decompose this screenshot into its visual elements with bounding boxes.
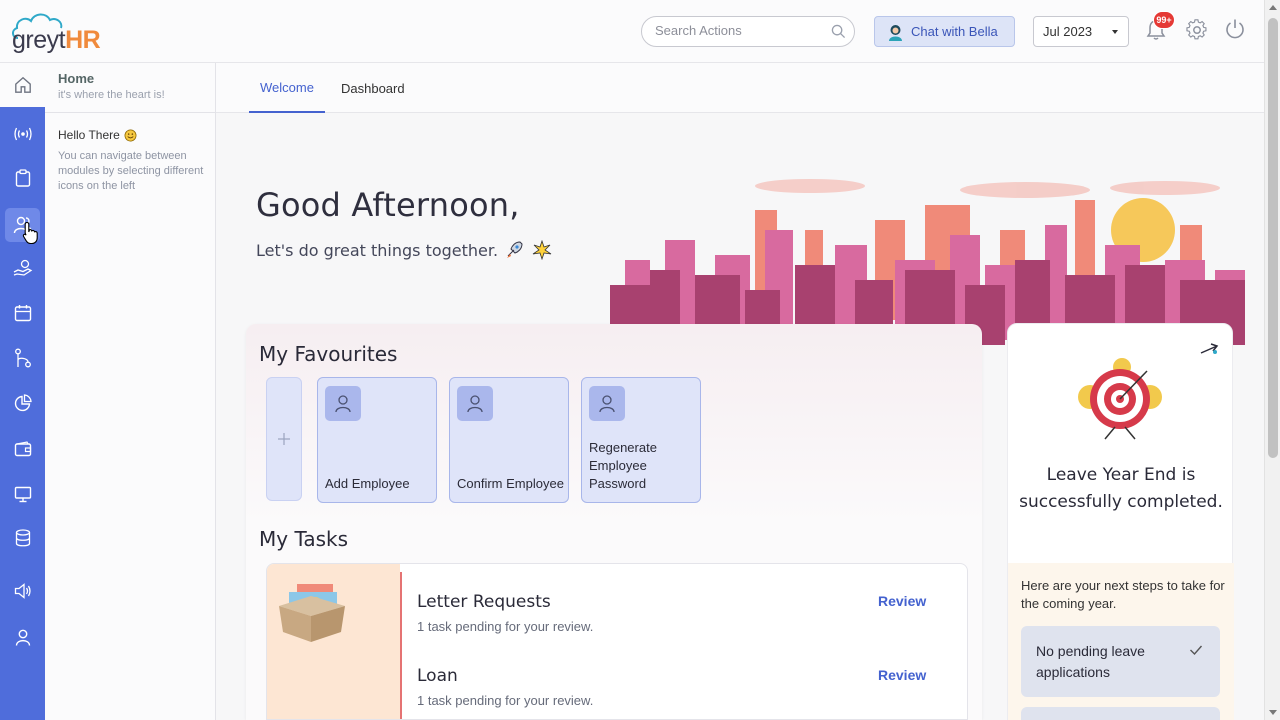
favourites-heading: My Favourites	[259, 342, 398, 366]
search-icon[interactable]	[831, 24, 846, 43]
user-icon	[589, 386, 625, 421]
user-icon	[325, 386, 361, 421]
database-icon	[15, 529, 30, 547]
user-icon	[457, 386, 493, 421]
task-name: Loan	[417, 666, 458, 686]
step-label: No pending leave applications	[1036, 643, 1145, 680]
logo-text-grey: greyt	[12, 26, 66, 54]
rail-item-attendance[interactable]	[5, 477, 40, 511]
review-button[interactable]: Review	[878, 593, 926, 609]
speaker-icon	[14, 583, 31, 599]
scrollbar-thumb[interactable]	[1268, 18, 1278, 458]
user-icon	[15, 629, 30, 646]
task-status: 1 task pending for your review.	[417, 693, 594, 708]
chat-button-label: Chat with Bella	[911, 24, 998, 39]
chevron-down-icon	[1112, 30, 1118, 34]
tasks-illustration	[267, 564, 400, 719]
subpanel-title: Home	[58, 71, 95, 86]
pie-chart-icon	[14, 394, 32, 412]
rail-item-announcements[interactable]	[5, 574, 40, 608]
task-name: Letter Requests	[417, 592, 551, 612]
check-icon	[1190, 645, 1203, 656]
monitor-icon	[14, 486, 31, 502]
favourite-add-employee[interactable]: Add Employee	[317, 377, 437, 503]
next-steps-intro: Here are your next steps to take for the…	[1021, 578, 1225, 611]
favourite-label: Add Employee	[325, 476, 410, 491]
rocket-emoji-icon	[507, 241, 523, 258]
step-next[interactable]	[1021, 707, 1220, 720]
rail-item-profile[interactable]	[5, 620, 40, 654]
module-subpanel: Home it's where the heart is! Hello Ther…	[45, 63, 216, 720]
sparkle-emoji-icon	[532, 240, 552, 260]
favourite-label: Regenerate Employee Password	[589, 440, 657, 491]
month-select[interactable]: Jul 2023	[1033, 16, 1129, 47]
notification-badge: 99+	[1153, 11, 1175, 29]
greeting-heading: Good Afternoon,	[256, 186, 520, 224]
tab-bar: Welcome Dashboard	[216, 63, 1264, 113]
leave-card-title: Leave Year End is successfully completed…	[1019, 465, 1223, 512]
logo-text-hr: HR	[65, 26, 101, 54]
tasks-list: Letter Requests 1 task pending for your …	[266, 563, 968, 720]
rail-item-payroll[interactable]	[5, 251, 40, 285]
task-loan: Loan 1 task pending for your review. Rev…	[400, 646, 967, 719]
chat-with-bella-button[interactable]: Chat with Bella	[874, 16, 1015, 47]
calendar-icon	[14, 305, 31, 322]
city-skyline-illustration	[610, 179, 1245, 345]
rail-item-workflow[interactable]	[5, 341, 40, 375]
favourite-label: Confirm Employee	[457, 476, 564, 491]
month-select-value: Jul 2023	[1043, 24, 1093, 39]
top-bar: greytHR Chat with Bella Jul 2023 99+	[0, 0, 1264, 63]
greeting-subtitle: Let's do great things together.	[256, 240, 499, 260]
plus-icon	[278, 433, 290, 445]
rail-item-tasks[interactable]	[5, 161, 40, 195]
subpanel-divider	[45, 112, 215, 113]
mouse-pointer-icon	[22, 221, 40, 249]
search-box[interactable]	[641, 16, 855, 47]
clipboard-icon	[15, 169, 30, 187]
scroll-down-arrow-icon[interactable]	[1269, 710, 1277, 715]
hand-coin-icon	[13, 259, 32, 276]
greythr-logo[interactable]: greytHR	[10, 10, 110, 54]
arrow-right-icon[interactable]	[1199, 341, 1221, 361]
step-no-pending-leave[interactable]: No pending leave applications	[1021, 626, 1220, 697]
bella-avatar-icon	[889, 24, 902, 41]
favourite-regenerate-password[interactable]: Regenerate Employee Password	[581, 377, 701, 503]
subpanel-hint: You can navigate between modules by sele…	[58, 150, 204, 192]
workflow-icon	[14, 348, 31, 368]
tab-welcome[interactable]: Welcome	[249, 63, 325, 113]
rail-item-engage[interactable]	[5, 117, 40, 151]
task-letter-requests: Letter Requests 1 task pending for your …	[400, 572, 967, 646]
review-button[interactable]: Review	[878, 667, 926, 683]
rail-item-expenses[interactable]	[5, 432, 40, 466]
home-icon	[14, 76, 31, 93]
scroll-up-arrow-icon[interactable]	[1269, 5, 1277, 10]
power-icon[interactable]	[1224, 18, 1246, 44]
next-steps-panel: Here are your next steps to take for the…	[1008, 563, 1234, 720]
smiley-emoji-icon	[124, 129, 137, 141]
subpanel-tagline: it's where the heart is!	[58, 89, 165, 101]
vertical-scrollbar[interactable]	[1264, 0, 1280, 720]
tab-dashboard[interactable]: Dashboard	[341, 63, 405, 113]
target-illustration-icon	[1078, 358, 1162, 440]
add-favourite-button[interactable]	[266, 377, 302, 501]
task-status: 1 task pending for your review.	[417, 619, 594, 634]
box-illustration-icon	[279, 584, 345, 642]
rail-item-home[interactable]	[0, 63, 45, 107]
leave-year-end-card: Leave Year End is successfully completed…	[1007, 323, 1234, 720]
rail-item-data[interactable]	[5, 521, 40, 555]
broadcast-icon	[13, 127, 32, 141]
hello-text: Hello There	[58, 128, 120, 142]
wallet-icon	[14, 441, 31, 457]
favourite-confirm-employee[interactable]: Confirm Employee	[449, 377, 569, 503]
rail-item-reports[interactable]	[5, 386, 40, 420]
rail-item-leave[interactable]	[5, 296, 40, 330]
tasks-heading: My Tasks	[259, 527, 349, 551]
gear-icon[interactable]	[1186, 19, 1208, 45]
search-input[interactable]	[655, 23, 825, 38]
